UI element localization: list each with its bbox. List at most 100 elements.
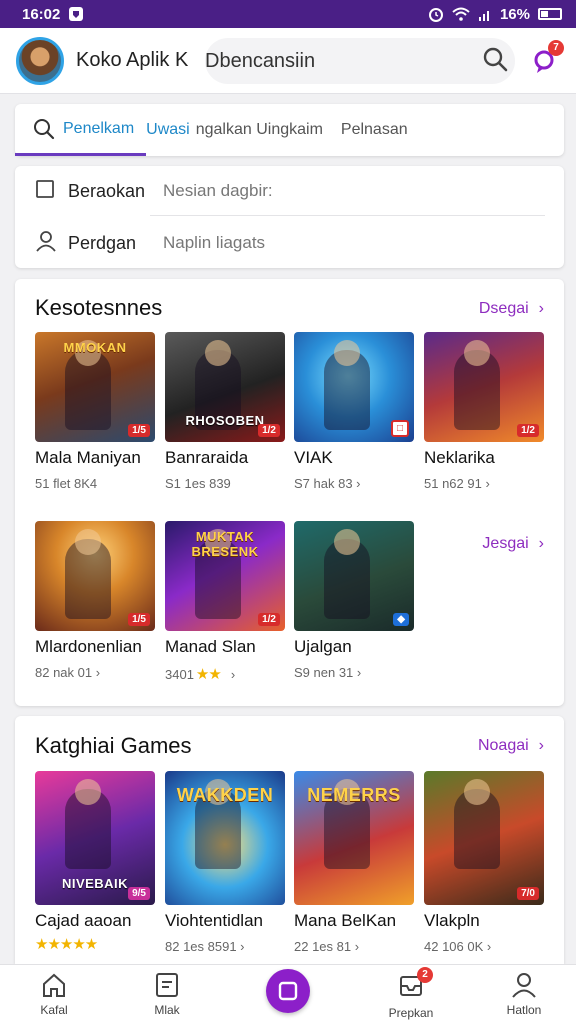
game-thumbnail[interactable]: NEMERRS [294, 771, 414, 905]
game-badge: ◆ [393, 613, 409, 626]
app-notification-icon [68, 6, 84, 22]
game-name: Mana BelKan [294, 911, 397, 930]
chevron-right-icon: › [230, 666, 236, 682]
checkbox-icon[interactable] [35, 179, 55, 204]
game-card[interactable]: □ VIAK S7 hak 83 › [294, 332, 414, 491]
game-meta: S7 hak 83 › [294, 476, 361, 491]
game-meta-value: 3401 [165, 666, 194, 682]
game-badge: 1/5 [128, 424, 150, 437]
filter-value[interactable]: Nesian dagbir: [163, 181, 273, 201]
nav-profile[interactable]: Hatlon [479, 971, 569, 1017]
tab-uwasi[interactable]: Uwasi [146, 104, 190, 156]
game-thumbnail[interactable]: 7/0 [424, 771, 544, 905]
notification-icon[interactable]: 7 [532, 40, 564, 81]
section-recommended: Kesotesnnes Dsegai › MMOKAN 1/5 Mala Man… [15, 279, 564, 706]
bottom-nav: Kafal Mlak 2 Prepkan Hatlon [0, 964, 576, 1024]
game-meta: 42 106 0K › [424, 939, 492, 954]
filter-label: Beraokan [68, 180, 146, 201]
status-bar: 16:02 16% [0, 0, 576, 28]
game-badge: 1/2 [258, 424, 280, 437]
game-meta: 82 1es 8591 › [165, 939, 245, 954]
game-thumbnail[interactable]: MMOKAN 1/5 [35, 332, 155, 442]
game-card[interactable]: NEMERRS Mana BelKan 22 1es 81 › [294, 771, 414, 954]
game-meta: 82 nak 01 › [35, 665, 101, 680]
signal-icon [478, 7, 492, 21]
filter-row[interactable]: Beraokan Nesian dagbir: [15, 166, 564, 216]
document-icon [156, 973, 178, 997]
game-thumbnail[interactable]: □ [294, 332, 414, 442]
tab-penelkam[interactable]: Penelkam [15, 104, 147, 156]
battery-icon [538, 8, 562, 20]
game-art-text: MMOKAN [63, 340, 127, 355]
game-badge: 1/5 [128, 613, 150, 626]
game-art-text: WAKKDEN [176, 785, 274, 805]
tab-label: Penelkam [63, 119, 135, 137]
nav-badge: 2 [417, 967, 433, 983]
tab-ngalkan[interactable]: ngalkan Uingkaim [190, 104, 323, 156]
filter-card: Beraokan Nesian dagbir: Perdgan Naplin l… [15, 166, 564, 268]
game-badge: 1/2 [258, 613, 280, 626]
rating-stars: ★★ [195, 666, 222, 683]
game-thumbnail[interactable]: NIVEBAIK 9/5 [35, 771, 155, 905]
game-meta: S9 nen 31 › [294, 665, 362, 680]
game-card[interactable]: 7/0 Vlakpln 42 106 0K › [424, 771, 544, 954]
filter-row[interactable]: Perdgan Naplin liagats [15, 218, 564, 268]
nav-home[interactable]: Kafal [9, 971, 99, 1017]
status-time: 16:02 [22, 5, 61, 23]
game-name: Neklarika [424, 448, 495, 467]
game-name: Banraraida [165, 448, 249, 467]
search-bar[interactable]: Dbencansiin [205, 38, 515, 84]
notification-badge: 7 [548, 40, 564, 56]
chevron-right-icon: › [538, 300, 544, 317]
game-card[interactable]: 1/5 Mlardonenlian 82 nak 01 › [35, 521, 155, 680]
game-card[interactable]: RHOSOBEN 1/2 Banraraida S1 1es 839 [165, 332, 285, 491]
nav-messages[interactable]: 2 Prepkan [366, 967, 456, 1020]
game-badge: 1/2 [517, 424, 539, 437]
game-thumbnail[interactable]: RHOSOBEN 1/2 [165, 332, 285, 442]
see-more-link[interactable]: Jesgai › [482, 535, 544, 553]
section-category-games: Katghiai Games Noagai › NIVEBAIK 9/5 Caj… [15, 716, 564, 964]
game-card[interactable]: WAKKDEN Viohtentidlan 82 1es 8591 › [165, 771, 285, 954]
game-card[interactable]: NIVEBAIK 9/5 Cajad aaoan ★★★★★ [35, 771, 155, 953]
game-art-text: MUKTAK BRESENK [191, 529, 259, 559]
nav-list[interactable]: Mlak [122, 971, 212, 1017]
game-thumbnail[interactable]: ◆ [294, 521, 414, 631]
user-icon [35, 230, 57, 257]
tab-pelnasan[interactable]: Pelnasan [323, 104, 408, 156]
nav-label: Hatlon [506, 1003, 542, 1017]
search-icon[interactable] [482, 46, 508, 77]
game-card[interactable]: MUKTAK BRESENK 1/2 Manad Slan 3401 ★★ › [165, 521, 285, 683]
battery-percent: 16% [499, 5, 530, 23]
game-thumbnail[interactable]: 1/2 [424, 332, 544, 442]
game-thumbnail[interactable]: MUKTAK BRESENK 1/2 [165, 521, 285, 631]
nav-center-button[interactable] [266, 969, 310, 1013]
see-more-link[interactable]: Noagai › [478, 737, 544, 755]
tab-bar: Penelkam Uwasi ngalkan Uingkaim Pelnasan [15, 104, 564, 156]
game-card[interactable]: ◆ Ujalgan S9 nen 31 › [294, 521, 414, 680]
wifi-icon [452, 7, 470, 21]
game-name: VIAK [294, 448, 333, 467]
section-title: Kesotesnnes [35, 295, 163, 320]
see-more-link[interactable]: Dsegai › [479, 300, 544, 318]
nav-label: Prepkan [388, 1006, 434, 1020]
game-name: Mlardonenlian [35, 637, 142, 656]
game-thumbnail[interactable]: WAKKDEN [165, 771, 285, 905]
filter-value[interactable]: Naplin liagats [163, 233, 265, 253]
game-thumbnail[interactable]: 1/5 [35, 521, 155, 631]
nav-label: Mlak [154, 1003, 180, 1017]
app-title: Koko Aplik K [76, 49, 189, 71]
game-meta: 51 n62 91 › [424, 476, 490, 491]
game-badge: 9/5 [128, 887, 150, 900]
game-name: Viohtentidlan [165, 911, 263, 930]
search-input[interactable]: Dbencansiin [205, 50, 315, 73]
avatar[interactable] [16, 36, 64, 85]
tab-label: ngalkan Uingkaim [195, 121, 323, 138]
game-card[interactable]: 1/2 Neklarika 51 n62 91 › [424, 332, 544, 491]
tab-label: Pelnasan [340, 121, 408, 138]
game-name: Ujalgan [294, 637, 352, 656]
chevron-right-icon: › [538, 737, 544, 754]
game-meta: 3401 ★★ › [165, 665, 285, 683]
see-more-label: Noagai [477, 737, 529, 754]
game-card[interactable]: MMOKAN 1/5 Mala Maniyan 51 flet 8K4 [35, 332, 155, 491]
see-more-label: Dsegai [478, 300, 529, 317]
